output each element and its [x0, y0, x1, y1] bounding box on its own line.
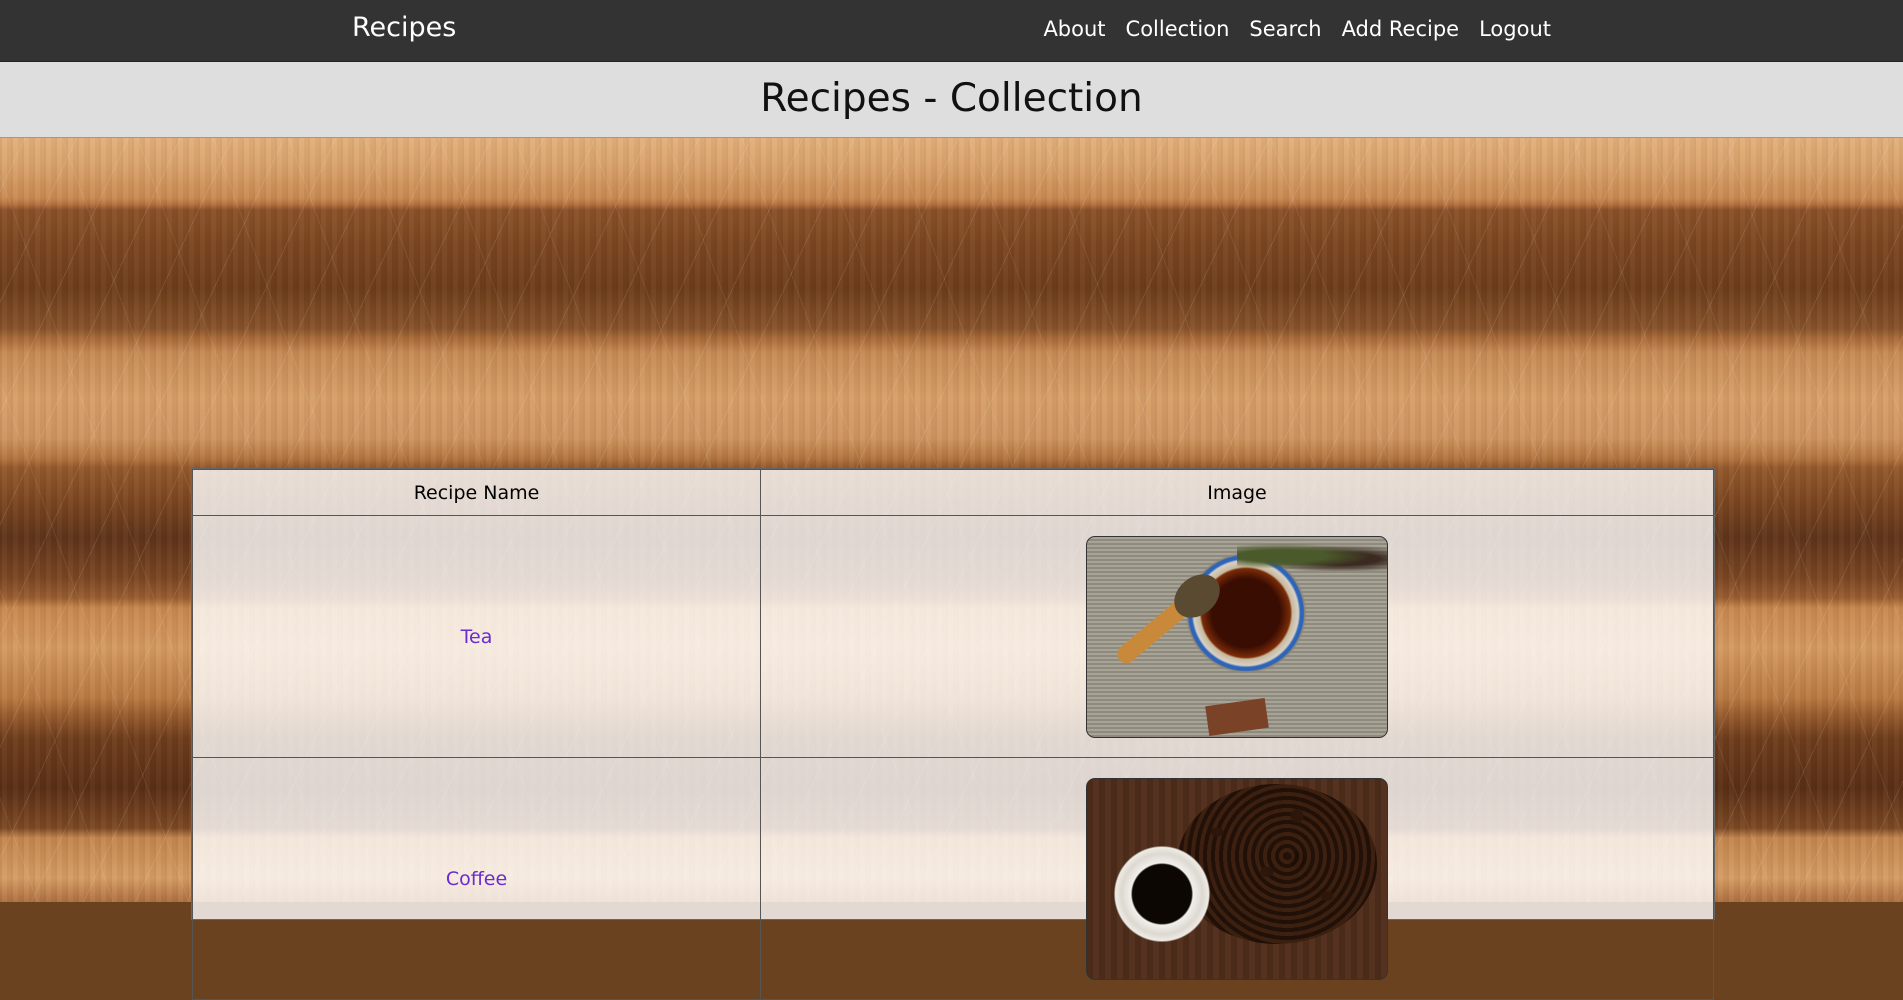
tea-photo-icon[interactable]: [1086, 535, 1388, 738]
recipe-name-cell: Tea: [192, 515, 761, 758]
recipe-name-cell: Coffee: [192, 757, 761, 1000]
column-header-image: Image: [760, 469, 1714, 516]
cup-decoration: [1107, 838, 1217, 949]
recipe-image-cell: [760, 757, 1714, 1000]
herbs-decoration: [1237, 540, 1387, 571]
nav-logout[interactable]: Logout: [1479, 17, 1551, 41]
recipe-link-tea[interactable]: Tea: [461, 626, 493, 648]
bark-decoration: [1205, 697, 1269, 736]
recipe-table-container: Recipe Name Image Tea Coffee: [191, 468, 1715, 1000]
table-row: Coffee: [192, 757, 1714, 1000]
brand-link[interactable]: Recipes: [352, 12, 456, 43]
table-header-row: Recipe Name Image: [192, 469, 1714, 516]
recipe-link-coffee[interactable]: Coffee: [446, 868, 507, 890]
nav-collection[interactable]: Collection: [1126, 17, 1230, 41]
coffee-photo-icon[interactable]: [1086, 777, 1388, 980]
navbar: Recipes About Collection Search Add Reci…: [0, 0, 1903, 62]
nav-search[interactable]: Search: [1249, 17, 1321, 41]
nav-about[interactable]: About: [1043, 17, 1105, 41]
nav-add-recipe[interactable]: Add Recipe: [1342, 17, 1460, 41]
column-header-recipe-name: Recipe Name: [192, 469, 761, 516]
recipe-image-cell: [760, 515, 1714, 758]
page-header: Recipes - Collection: [0, 62, 1903, 138]
nav-links: About Collection Search Add Recipe Logou…: [1043, 17, 1551, 41]
page-title: Recipes - Collection: [760, 76, 1143, 121]
table-row: Tea: [192, 515, 1714, 758]
recipe-table: Recipe Name Image Tea Coffee: [192, 469, 1714, 1000]
